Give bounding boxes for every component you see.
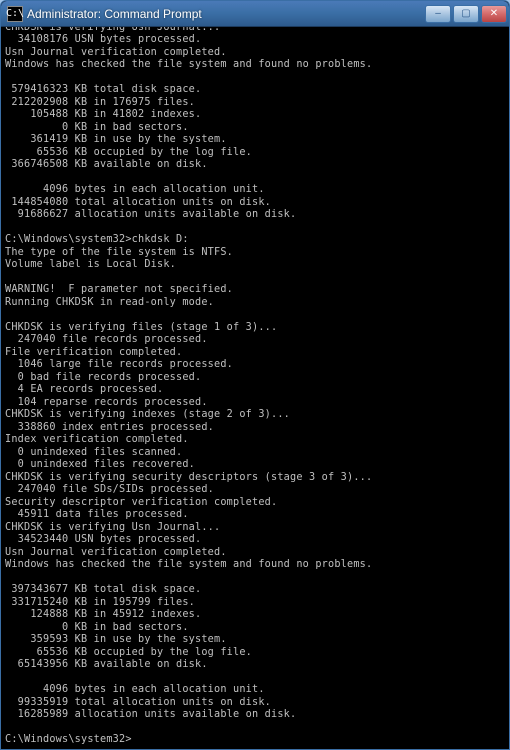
console-line: Windows has checked the file system and …: [5, 59, 509, 72]
console-line: C:\Windows\system32>chkdsk D:: [5, 234, 509, 247]
console-line: 124888 KB in 45912 indexes.: [5, 609, 509, 622]
console-line: 247040 file SDs/SIDs processed.: [5, 484, 509, 497]
console-line: 331715240 KB in 195799 files.: [5, 597, 509, 610]
console-line: Running CHKDSK in read-only mode.: [5, 297, 509, 310]
console-line: Usn Journal verification completed.: [5, 547, 509, 560]
console-line: Volume label is Local Disk.: [5, 259, 509, 272]
console-line: 0 unindexed files recovered.: [5, 459, 509, 472]
minimize-button[interactable]: –: [425, 5, 451, 23]
console-line: [5, 672, 509, 685]
console-line: 65536 KB occupied by the log file.: [5, 147, 509, 160]
console-line: The type of the file system is NTFS.: [5, 247, 509, 260]
console-line: 16285989 allocation units available on d…: [5, 709, 509, 722]
console-line: 144854080 total allocation units on disk…: [5, 197, 509, 210]
console-line: Index verification completed.: [5, 434, 509, 447]
console-line: Usn Journal verification completed.: [5, 47, 509, 60]
console-line: 0 KB in bad sectors.: [5, 122, 509, 135]
console-line: 359593 KB in use by the system.: [5, 634, 509, 647]
console-line: 104 reparse records processed.: [5, 397, 509, 410]
console-line: 338860 index entries processed.: [5, 422, 509, 435]
console-line: CHKDSK is verifying Usn Journal...: [5, 27, 509, 34]
console-line: 1046 large file records processed.: [5, 359, 509, 372]
console-line: 212202908 KB in 176975 files.: [5, 97, 509, 110]
console-line: 361419 KB in use by the system.: [5, 134, 509, 147]
console-line: CHKDSK is verifying Usn Journal...: [5, 522, 509, 535]
maximize-button[interactable]: ▢: [453, 5, 479, 23]
console-line: 0 KB in bad sectors.: [5, 622, 509, 635]
console-line: 65536 KB occupied by the log file.: [5, 647, 509, 660]
console-line: CHKDSK is verifying files (stage 1 of 3)…: [5, 322, 509, 335]
console-line: 4096 bytes in each allocation unit.: [5, 684, 509, 697]
console-line: [5, 72, 509, 85]
window-controls: – ▢ ✕: [423, 5, 507, 23]
console-line: 0 unindexed files scanned.: [5, 447, 509, 460]
console-line: CHKDSK is verifying security descriptors…: [5, 472, 509, 485]
console-line: 4 EA records processed.: [5, 384, 509, 397]
console-line: WARNING! F parameter not specified.: [5, 284, 509, 297]
console-line: 34523440 USN bytes processed.: [5, 534, 509, 547]
console-line: 247040 file records processed.: [5, 334, 509, 347]
console-line: [5, 309, 509, 322]
console-line: 397343677 KB total disk space.: [5, 584, 509, 597]
console-line: 34108176 USN bytes processed.: [5, 34, 509, 47]
console-line: [5, 722, 509, 735]
console-line: [5, 222, 509, 235]
console-line: [5, 272, 509, 285]
console-line: 91686627 allocation units available on d…: [5, 209, 509, 222]
close-button[interactable]: ✕: [481, 5, 507, 23]
console-line: 99335919 total allocation units on disk.: [5, 697, 509, 710]
console-line: Windows has checked the file system and …: [5, 559, 509, 572]
console-line: [5, 172, 509, 185]
console-line: 65143956 KB available on disk.: [5, 659, 509, 672]
titlebar[interactable]: C:\ Administrator: Command Prompt – ▢ ✕: [1, 1, 509, 27]
console-line: 579416323 KB total disk space.: [5, 84, 509, 97]
console-line: 366746508 KB available on disk.: [5, 159, 509, 172]
console-line: 4096 bytes in each allocation unit.: [5, 184, 509, 197]
console-line: [5, 572, 509, 585]
console-line: File verification completed.: [5, 347, 509, 360]
console-line: 105488 KB in 41802 indexes.: [5, 109, 509, 122]
console-line: C:\Windows\system32>: [5, 734, 509, 747]
console-output-area[interactable]: Volume label is Vista. WARNING! F parame…: [1, 27, 509, 749]
console-line: CHKDSK is verifying indexes (stage 2 of …: [5, 409, 509, 422]
cmd-icon: C:\: [7, 6, 23, 22]
window-title: Administrator: Command Prompt: [27, 7, 423, 21]
console-line: 0 bad file records processed.: [5, 372, 509, 385]
console-line: 45911 data files processed.: [5, 509, 509, 522]
command-prompt-window: C:\ Administrator: Command Prompt – ▢ ✕ …: [0, 0, 510, 750]
console-line: Security descriptor verification complet…: [5, 497, 509, 510]
